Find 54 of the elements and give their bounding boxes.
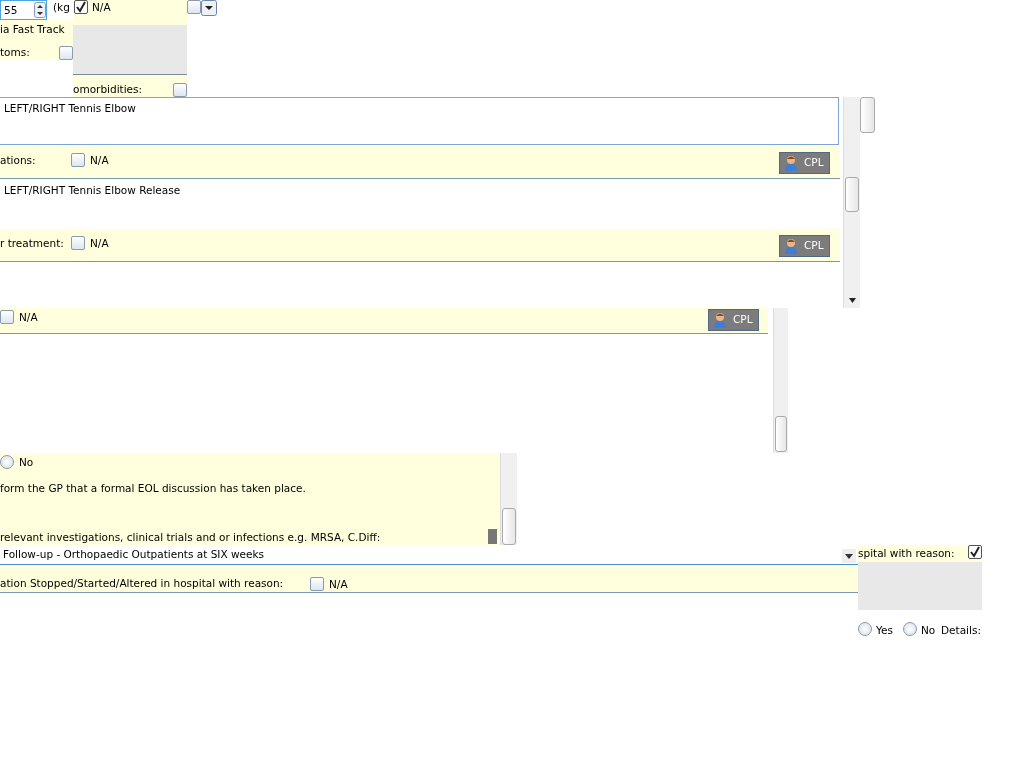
radio-label: No [19,456,34,469]
text-area[interactable]: LEFT/RIGHT Tennis Elbow [0,97,839,145]
note-text: form the GP that a formal EOL discussion has taken place. [0,482,306,495]
scrollbar-thumb[interactable] [845,177,859,212]
radio-button[interactable] [903,622,917,636]
field-label: spital with reason: [858,545,982,562]
radio-button[interactable] [858,622,872,636]
checkbox[interactable] [71,236,85,250]
field-value: 55 [4,4,18,17]
spinner-icon[interactable] [34,2,46,18]
arrow-down-icon[interactable] [849,298,856,303]
unit-label: (kg [53,1,70,14]
checkbox[interactable] [59,46,73,60]
checkbox-label: N/A [90,154,109,167]
checkbox[interactable] [74,0,88,14]
scrollbar[interactable] [500,453,517,545]
person-icon [784,155,798,171]
checkbox-label: N/A [92,1,111,14]
checkbox[interactable] [968,545,982,559]
field-label: ia Fast Track [0,23,65,36]
person-icon [784,238,798,254]
field-label: relevant investigations, clinical trials and or infections e.g. MRSA, C.Diff: [0,531,381,544]
checkbox-label: N/A [19,311,38,324]
checkbox-label: N/A [329,578,348,591]
field-label: Details: [941,624,981,637]
field-label: ation Stopped/Started/Altered in hospital with reason: [0,577,284,590]
scrollbar-thumb[interactable] [502,508,516,545]
field-value: Follow-up - Orthopaedic Outpatients at SIX weeks [3,548,264,561]
radio-label: Yes [876,624,893,637]
cpl-button[interactable]: CPL [708,309,759,331]
scrollbar[interactable] [773,308,788,453]
number-field[interactable]: 55 [0,0,47,20]
caret-icon[interactable] [842,548,856,562]
scrollbar-thumb[interactable] [860,97,875,133]
person-icon [713,312,727,328]
scrollbar-thumb[interactable] [775,416,787,452]
checkbox[interactable] [0,310,14,324]
field-label: toms: [0,46,30,59]
checkbox[interactable] [310,577,324,591]
dropdown-button[interactable] [201,0,217,16]
cpl-button[interactable]: CPL [779,235,830,257]
field-label: r treatment: [0,237,64,250]
resize-handle[interactable] [488,529,497,544]
checkbox[interactable] [173,83,187,97]
field-value: LEFT/RIGHT Tennis Elbow Release [4,184,181,197]
checkbox-label: N/A [90,237,109,250]
field-label: omorbidities: [73,83,143,96]
field-label: ations: [0,154,36,167]
scrollbar[interactable] [843,97,860,308]
radio-label: No [921,624,936,637]
checkbox[interactable] [71,153,85,167]
checkbox[interactable] [187,0,201,14]
cpl-button[interactable]: CPL [779,152,830,174]
field-value: LEFT/RIGHT Tennis Elbow [4,102,136,115]
